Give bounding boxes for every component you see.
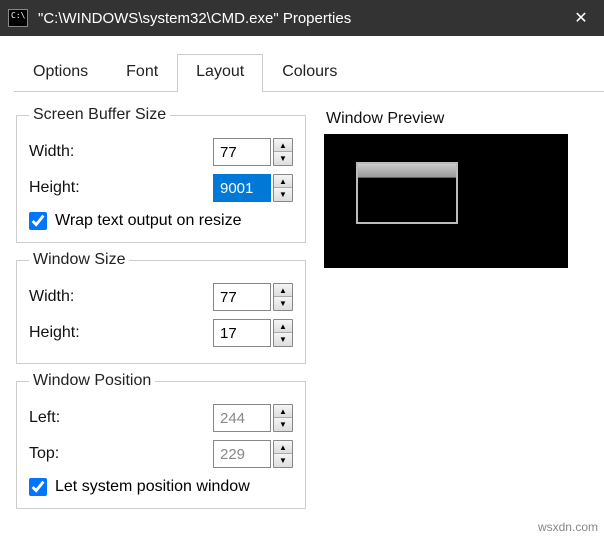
- buffer-width-down-icon[interactable]: ▼: [274, 152, 292, 165]
- buffer-height-label: Height:: [29, 179, 213, 197]
- winsize-width-up-icon[interactable]: ▲: [274, 284, 292, 297]
- winsize-width-input[interactable]: [213, 283, 271, 311]
- window-title: "C:\WINDOWS\system32\CMD.exe" Properties: [38, 10, 558, 27]
- winsize-height-down-icon[interactable]: ▼: [274, 333, 292, 346]
- buffer-height-down-icon[interactable]: ▼: [274, 188, 292, 201]
- auto-position-checkbox[interactable]: [29, 478, 47, 496]
- winpos-top-label: Top:: [29, 445, 213, 463]
- wrap-text-checkbox-row[interactable]: Wrap text output on resize: [29, 212, 293, 230]
- window-preview: [324, 134, 568, 268]
- winpos-left-label: Left:: [29, 409, 213, 427]
- buffer-height-spinner: ▲ ▼: [213, 174, 293, 202]
- wrap-text-label: Wrap text output on resize: [55, 212, 241, 230]
- titlebar: C:\ "C:\WINDOWS\system32\CMD.exe" Proper…: [0, 0, 604, 36]
- winpos-left-spinner: ▲ ▼: [213, 404, 293, 432]
- winpos-left-input[interactable]: [213, 404, 271, 432]
- winpos-top-spinner: ▲ ▼: [213, 440, 293, 468]
- winsize-width-down-icon[interactable]: ▼: [274, 297, 292, 310]
- preview-label: Window Preview: [326, 110, 588, 128]
- buffer-height-up-icon[interactable]: ▲: [274, 175, 292, 188]
- window-position-group: Window Position Left: ▲ ▼ Top: ▲: [16, 372, 306, 509]
- buffer-width-input[interactable]: [213, 138, 271, 166]
- winpos-left-down-icon[interactable]: ▼: [274, 418, 292, 431]
- auto-position-checkbox-row[interactable]: Let system position window: [29, 478, 293, 496]
- winpos-top-input[interactable]: [213, 440, 271, 468]
- buffer-width-up-icon[interactable]: ▲: [274, 139, 292, 152]
- winpos-top-up-icon[interactable]: ▲: [274, 441, 292, 454]
- cmd-icon: C:\: [8, 9, 28, 27]
- tab-font[interactable]: Font: [107, 54, 177, 91]
- watermark: wsxdn.com: [538, 520, 598, 534]
- winpos-left-up-icon[interactable]: ▲: [274, 405, 292, 418]
- window-size-group: Window Size Width: ▲ ▼ Height: ▲: [16, 251, 306, 364]
- winpos-top-down-icon[interactable]: ▼: [274, 454, 292, 467]
- screen-buffer-group: Screen Buffer Size Width: ▲ ▼ Height: ▲: [16, 106, 306, 243]
- winsize-height-spinner: ▲ ▼: [213, 319, 293, 347]
- window-size-legend: Window Size: [29, 251, 129, 269]
- preview-mini-titlebar: [358, 164, 456, 178]
- winsize-height-label: Height:: [29, 324, 213, 342]
- preview-mini-window: [356, 162, 458, 224]
- winsize-height-input[interactable]: [213, 319, 271, 347]
- tab-options[interactable]: Options: [14, 54, 107, 91]
- buffer-height-input[interactable]: [213, 174, 271, 202]
- screen-buffer-legend: Screen Buffer Size: [29, 106, 170, 124]
- auto-position-label: Let system position window: [55, 478, 250, 496]
- tab-colours[interactable]: Colours: [263, 54, 356, 91]
- window-position-legend: Window Position: [29, 372, 155, 390]
- tab-bar: Options Font Layout Colours: [14, 54, 604, 92]
- tab-layout[interactable]: Layout: [177, 54, 263, 91]
- winsize-width-label: Width:: [29, 288, 213, 306]
- winsize-height-up-icon[interactable]: ▲: [274, 320, 292, 333]
- buffer-width-spinner: ▲ ▼: [213, 138, 293, 166]
- close-button[interactable]: ✕: [558, 0, 604, 36]
- winsize-width-spinner: ▲ ▼: [213, 283, 293, 311]
- buffer-width-label: Width:: [29, 143, 213, 161]
- wrap-text-checkbox[interactable]: [29, 212, 47, 230]
